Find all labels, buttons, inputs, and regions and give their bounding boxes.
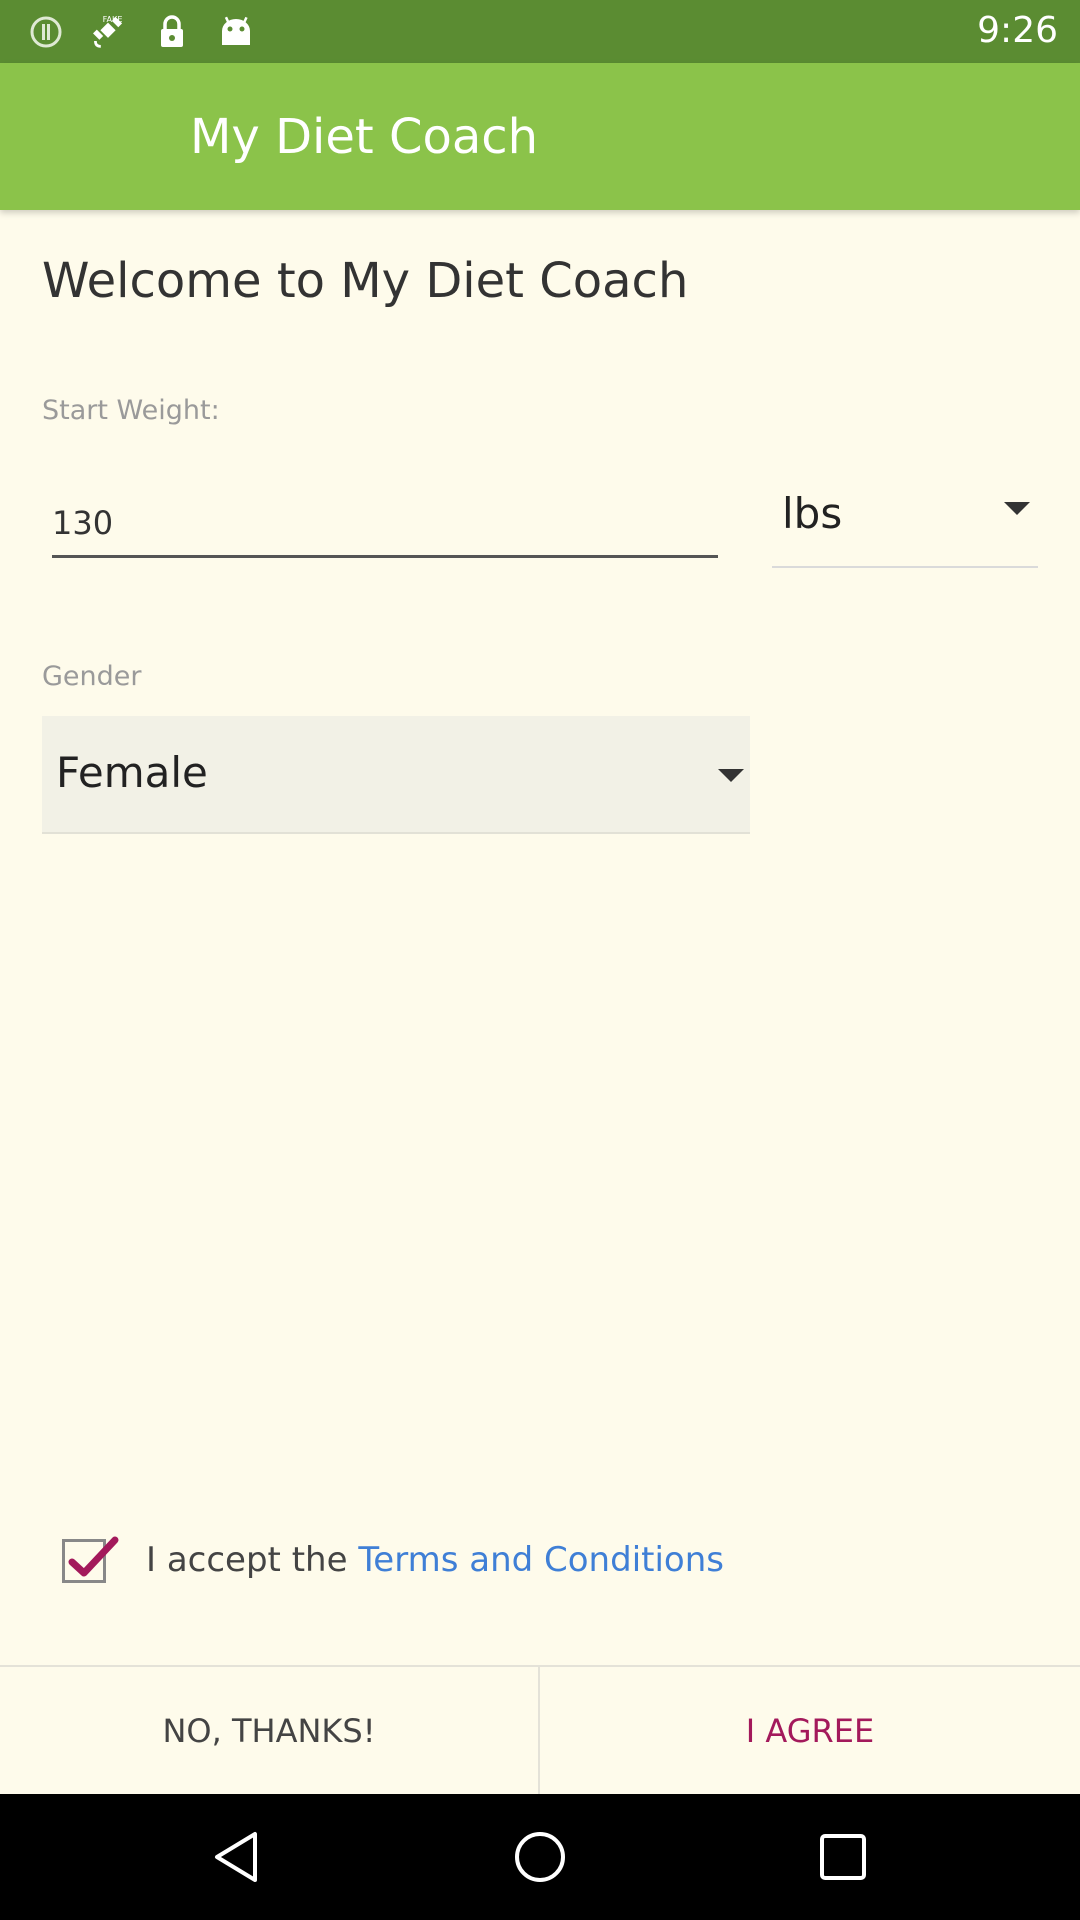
terms-row: I accept the Terms and Conditions [62, 1534, 962, 1586]
recents-icon[interactable] [813, 1827, 873, 1887]
gender-select[interactable]: Female [42, 716, 750, 834]
terms-checkbox[interactable] [62, 1536, 119, 1583]
terms-prefix: I accept the [146, 1540, 359, 1580]
no-thanks-button[interactable]: NO, THANKS! [0, 1667, 538, 1794]
status-time: 9:26 [977, 10, 1058, 51]
app-title: My Diet Coach [190, 109, 539, 165]
lock-icon [154, 14, 190, 50]
navigation-bar [0, 1794, 1080, 1920]
app-bar: My Diet Coach [0, 63, 1080, 210]
home-icon[interactable] [510, 1827, 570, 1887]
back-icon[interactable] [206, 1827, 266, 1887]
terms-link[interactable]: Terms and Conditions [358, 1540, 724, 1580]
gender-value: Female [56, 748, 208, 797]
start-weight-input[interactable] [52, 490, 718, 558]
gender-label: Gender [42, 661, 142, 692]
svg-text:FAKE: FAKE [103, 14, 123, 24]
checkmark-icon [68, 1536, 119, 1577]
bottom-action-bar: NO, THANKS! I AGREE [0, 1665, 1080, 1796]
status-bar: FAKE 9:26 [0, 0, 1080, 63]
start-weight-label: Start Weight: [42, 395, 220, 426]
alert-circle-icon [28, 14, 64, 50]
satellite-fake-gps-icon: FAKE [90, 14, 126, 50]
agree-button[interactable]: I AGREE [540, 1667, 1080, 1794]
android-icon [218, 14, 254, 50]
chevron-down-icon [1004, 502, 1030, 515]
weight-unit-select[interactable]: lbs [772, 474, 1038, 568]
chevron-down-icon [718, 769, 744, 782]
weight-unit-value: lbs [782, 489, 843, 538]
welcome-title: Welcome to My Diet Coach [42, 253, 689, 309]
terms-text: I accept the Terms and Conditions [146, 1534, 724, 1586]
